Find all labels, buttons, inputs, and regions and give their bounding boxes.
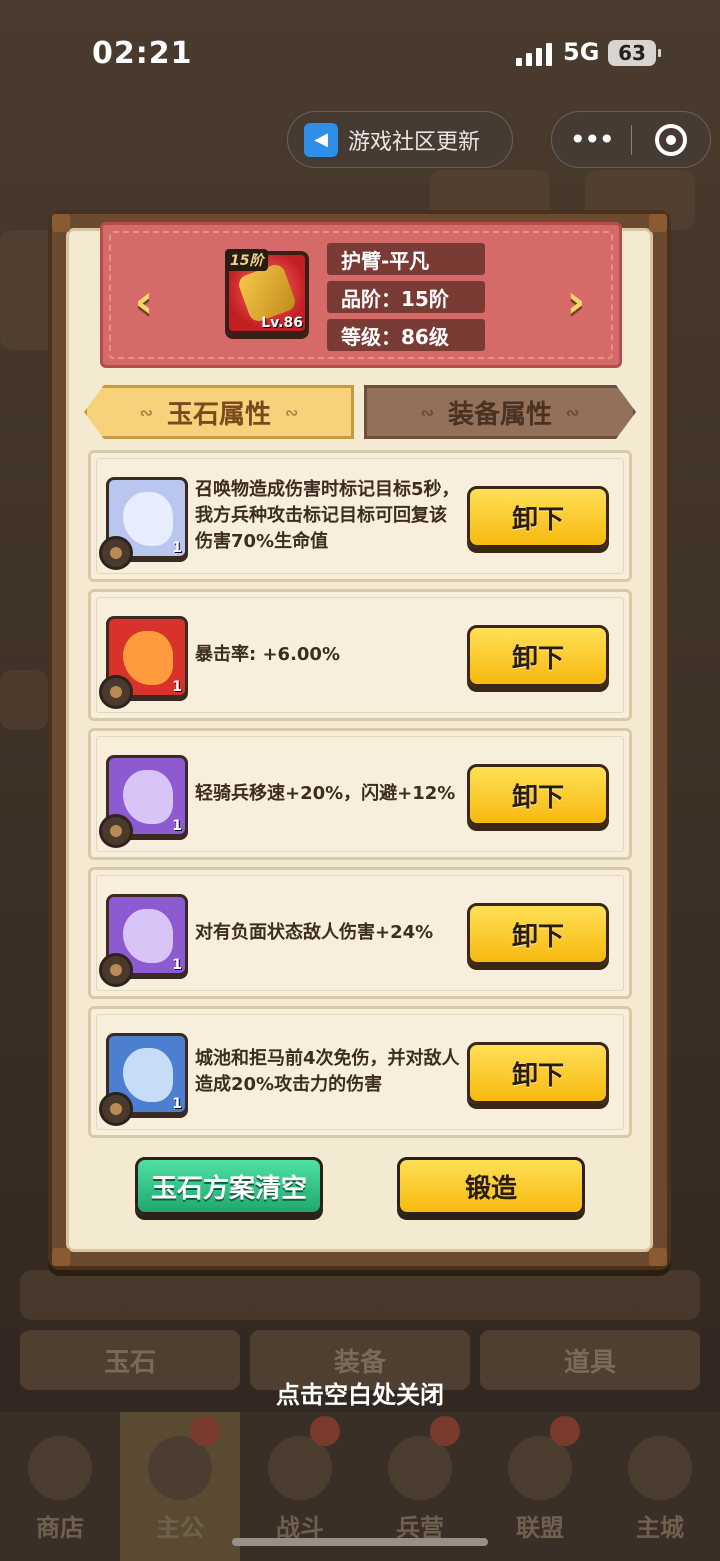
gem-effect-text: 召唤物造成伤害时标记目标5秒，我方兵种攻击标记目标可回复该伤害70%生命值	[195, 479, 460, 552]
ornament-icon: ∾	[566, 402, 580, 422]
gem-slot: 1 轻骑兵移速+20%，闪避+12% 卸下	[88, 728, 632, 860]
nav-label: 联盟	[516, 1514, 564, 1542]
background-tile	[20, 1270, 700, 1320]
shop-icon	[28, 1436, 92, 1500]
gem-count: 1	[172, 1096, 182, 1112]
community-update-button[interactable]: ◀ 游戏社区更新	[287, 111, 513, 168]
battery-icon: 63	[608, 40, 661, 66]
purple-gem-icon[interactable]: 1	[99, 755, 188, 848]
clock: 02:21	[92, 36, 193, 71]
gem-slot: 1 暴击率: +6.00% 卸下	[88, 589, 632, 721]
alert-badge	[430, 1416, 460, 1446]
nav-city: 主城	[600, 1412, 720, 1561]
panel-corner	[52, 214, 70, 232]
panel-corner	[52, 1248, 70, 1266]
tab-label: 装备属性	[447, 399, 552, 430]
ornament-icon: ∾	[420, 402, 434, 422]
gem-count: 1	[172, 957, 182, 973]
gem-effect-text: 轻骑兵移速+20%，闪避+12%	[195, 783, 456, 804]
unequip-button[interactable]: 卸下	[467, 903, 609, 965]
community-update-label: 游戏社区更新	[348, 129, 481, 155]
gem-count: 1	[172, 679, 182, 695]
nav-label: 商店	[36, 1514, 84, 1542]
network-type: 5G	[563, 38, 600, 66]
item-grade: 品阶：15阶	[327, 281, 485, 313]
nav-label: 主城	[636, 1514, 684, 1542]
gem-effect-text: 城池和拒马前4次免伤，并对敌人造成20%攻击力的伤害	[195, 1048, 460, 1095]
status-bar: 02:21 5G 63	[0, 0, 720, 100]
gem-count: 1	[172, 818, 182, 834]
nav-alliance: 联盟	[480, 1412, 600, 1561]
nav-shop: 商店	[0, 1412, 120, 1561]
tab-label: 玉石属性	[166, 399, 271, 430]
ornament-icon: ∾	[139, 402, 153, 422]
unequip-button[interactable]: 卸下	[467, 486, 609, 548]
gem-effect-text: 暴击率: +6.00%	[195, 644, 340, 665]
speaker-icon: ◀	[304, 122, 338, 157]
more-menu-button[interactable]: •••	[552, 123, 631, 156]
prev-item-button[interactable]: ‹	[124, 272, 164, 330]
target-icon	[654, 123, 687, 156]
panel-corner	[649, 1248, 667, 1266]
armguard-icon[interactable]: 15阶 Lv.86	[225, 249, 309, 335]
purple-gem-icon[interactable]: 1	[99, 894, 188, 987]
level-badge: Lv.86	[261, 315, 303, 331]
next-item-button[interactable]: ›	[556, 272, 596, 330]
tier-badge: 15阶	[225, 249, 269, 271]
gem-count: 1	[172, 540, 182, 556]
tab-equipment-attributes[interactable]: ∾ 装备属性 ∾	[364, 385, 636, 439]
battery-level: 63	[618, 41, 646, 65]
background-tile	[0, 670, 48, 730]
red-flame-gem-icon[interactable]: 1	[99, 616, 188, 709]
alert-badge	[190, 1416, 220, 1446]
socket-icon	[99, 1092, 133, 1126]
gem-shape	[123, 492, 173, 546]
close-miniprogram-button[interactable]	[632, 123, 711, 156]
gem-shape	[123, 909, 173, 963]
unequip-button[interactable]: 卸下	[467, 1042, 609, 1104]
blue-gem-icon[interactable]: 1	[99, 1033, 188, 1126]
home-indicator	[232, 1538, 488, 1546]
gem-slot: 1 对有负面状态敌人伤害+24% 卸下	[88, 867, 632, 999]
nav-label: 主公	[156, 1514, 204, 1542]
alert-badge	[550, 1416, 580, 1446]
socket-icon	[99, 953, 133, 987]
nav-lord: 主公	[120, 1412, 240, 1561]
signal-icon	[516, 42, 552, 66]
panel-corner	[649, 214, 667, 232]
item-name: 护臂-平凡	[327, 243, 485, 275]
city-icon	[628, 1436, 692, 1500]
socket-icon	[99, 675, 133, 709]
silver-dragon-gem-icon[interactable]: 1	[99, 477, 188, 570]
tap-to-close-hint[interactable]: 点击空白处关闭	[0, 1375, 720, 1410]
gem-effect-text: 对有负面状态敌人伤害+24%	[195, 922, 434, 943]
gem-shape	[123, 631, 173, 685]
item-level: 等级：86级	[327, 319, 485, 351]
ornament-icon: ∾	[285, 402, 299, 422]
alert-badge	[310, 1416, 340, 1446]
socket-icon	[99, 536, 133, 570]
socket-icon	[99, 814, 133, 848]
forge-button[interactable]: 锻造	[397, 1157, 585, 1215]
gem-shape	[123, 770, 173, 824]
gem-slot: 1 召唤物造成伤害时标记目标5秒，我方兵种攻击标记目标可回复该伤害70%生命值 …	[88, 450, 632, 582]
unequip-button[interactable]: 卸下	[467, 625, 609, 687]
gem-slot: 1 城池和拒马前4次免伤，并对敌人造成20%攻击力的伤害 卸下	[88, 1006, 632, 1138]
miniprogram-capsule: •••	[551, 111, 711, 168]
gem-shape	[123, 1048, 173, 1102]
unequip-button[interactable]: 卸下	[467, 764, 609, 826]
clear-gem-plan-button[interactable]: 玉石方案清空	[135, 1157, 323, 1215]
tab-jade-attributes[interactable]: ∾ 玉石属性 ∾	[84, 385, 354, 439]
